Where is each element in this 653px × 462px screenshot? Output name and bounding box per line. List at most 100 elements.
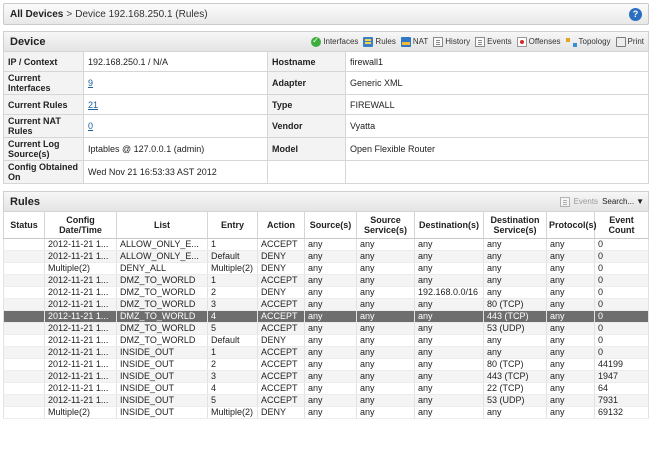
cell-destination-services: 443 (TCP) [483, 310, 547, 323]
cell-source-services: any [356, 250, 415, 263]
cell-destinations: any [414, 358, 484, 371]
topology-button[interactable]: Topology [565, 37, 611, 47]
current-interfaces-link[interactable]: 9 [88, 78, 93, 88]
cell-source-services: any [356, 370, 415, 383]
offenses-label: Offenses [528, 37, 561, 46]
cell-list: DMZ_TO_WORLD [116, 286, 208, 299]
cell-event-count: 0 [594, 346, 649, 359]
cell-entry: 5 [207, 394, 258, 407]
cell-list: DMZ_TO_WORLD [116, 298, 208, 311]
vendor-value: Vyatta [345, 114, 649, 138]
cell-sources: any [304, 382, 357, 395]
cell-entry: 2 [207, 358, 258, 371]
cell-sources: any [304, 334, 357, 347]
offenses-button[interactable]: Offenses [516, 36, 561, 47]
cell-destinations: any [414, 298, 484, 311]
cell-status [3, 238, 45, 251]
column-header-sources[interactable]: Source(s) [304, 211, 357, 239]
table-row[interactable]: 2012-11-21 1... DMZ_TO_WORLD 5 ACCEPT any any… [3, 322, 649, 335]
cell-entry: 4 [207, 382, 258, 395]
current-nat-rules-link[interactable]: 0 [88, 121, 93, 131]
cell-sources: any [304, 298, 357, 311]
config-obtained-label: Config Obtained On [3, 160, 84, 184]
cell-action: DENY [257, 250, 305, 263]
cell-source-services: any [356, 346, 415, 359]
history-button[interactable]: History [433, 36, 470, 47]
cell-event-count: 0 [594, 334, 649, 347]
cell-destinations: any [414, 250, 484, 263]
rules-toolbar: Events Search... ▼ [559, 196, 644, 207]
cell-action: DENY [257, 262, 305, 275]
events-button[interactable]: Events [475, 36, 512, 47]
table-row[interactable]: 2012-11-21 1... INSIDE_OUT 1 ACCEPT any any an… [3, 346, 649, 359]
breadcrumb-all-devices[interactable]: All Devices [10, 9, 63, 20]
rules-events-button[interactable]: Events [574, 197, 598, 206]
column-header-config-date[interactable]: Config Date/Time [44, 211, 117, 239]
column-header-destination-services[interactable]: Destination Service(s) [483, 211, 547, 239]
table-row[interactable]: 2012-11-21 1... DMZ_TO_WORLD 2 DENY any any 19… [3, 286, 649, 299]
table-row[interactable]: 2012-11-21 1... INSIDE_OUT 5 ACCEPT any any an… [3, 394, 649, 407]
search-label: Search... [602, 197, 635, 206]
cell-destination-services: any [483, 286, 547, 299]
vendor-label: Vendor [267, 114, 346, 138]
column-header-status[interactable]: Status [3, 211, 45, 239]
rules-button[interactable]: Rules [363, 36, 396, 47]
cell-protocols: any [546, 310, 595, 323]
column-header-entry[interactable]: Entry [207, 211, 258, 239]
cell-destination-services: any [483, 406, 547, 419]
cell-config-date: 2012-11-21 1... [44, 286, 117, 299]
table-row[interactable]: 2012-11-21 1... INSIDE_OUT 4 ACCEPT any any an… [3, 382, 649, 395]
column-header-source-services[interactable]: Source Service(s) [356, 211, 415, 239]
column-header-list[interactable]: List [116, 211, 208, 239]
current-rules-label: Current Rules [3, 94, 84, 115]
cell-list: DENY_ALL [116, 262, 208, 275]
nat-button[interactable]: NAT [400, 36, 428, 47]
table-row[interactable]: 2012-11-21 1... DMZ_TO_WORLD Default DENY an… [3, 334, 649, 347]
cell-protocols: any [546, 250, 595, 263]
table-row[interactable]: Multiple(2) DENY_ALL Multiple(2) DENY any any… [3, 262, 649, 275]
cell-config-date: 2012-11-21 1... [44, 238, 117, 251]
cell-sources: any [304, 310, 357, 323]
cell-event-count: 7931 [594, 394, 649, 407]
cell-status [3, 286, 45, 299]
interfaces-button[interactable]: Interfaces [311, 36, 359, 47]
cell-sources: any [304, 322, 357, 335]
device-row-interfaces: Current Interfaces 9 Adapter Generic XML [3, 71, 649, 95]
print-button[interactable]: Print [615, 36, 644, 47]
current-rules-link[interactable]: 21 [88, 100, 98, 110]
help-icon[interactable]: ? [629, 7, 642, 21]
cell-list: INSIDE_OUT [116, 382, 208, 395]
device-panel-header: Device Interfaces Rules NAT History Even… [3, 31, 649, 51]
cell-sources: any [304, 262, 357, 275]
table-row[interactable]: 2012-11-21 1... INSIDE_OUT 2 ACCEPT any any an… [3, 358, 649, 371]
cell-destinations: any [414, 394, 484, 407]
cell-entry: Default [207, 250, 258, 263]
cell-destinations: any [414, 370, 484, 383]
rules-label: Rules [375, 37, 396, 46]
cell-action: ACCEPT [257, 370, 305, 383]
column-header-action[interactable]: Action [257, 211, 305, 239]
search-dropdown[interactable]: Search... ▼ [602, 197, 644, 206]
interfaces-label: Interfaces [323, 37, 359, 46]
table-row[interactable]: 2012-11-21 1... DMZ_TO_WORLD 1 ACCEPT any any… [3, 274, 649, 287]
device-row-nat: Current NAT Rules 0 Vendor Vyatta [3, 114, 649, 138]
table-row[interactable]: 2012-11-21 1... ALLOW_ONLY_E... Default DEN… [3, 250, 649, 263]
cell-action: DENY [257, 286, 305, 299]
column-header-protocols[interactable]: Protocol(s) [546, 211, 597, 239]
rules-body: 2012-11-21 1... ALLOW_ONLY_E... 1 ACCEPT any… [3, 238, 649, 419]
table-row[interactable]: 2012-11-21 1... INSIDE_OUT 3 ACCEPT any any an… [3, 370, 649, 383]
cell-status [3, 298, 45, 311]
cell-event-count: 1947 [594, 370, 649, 383]
cell-destination-services: 22 (TCP) [483, 382, 547, 395]
table-row[interactable]: 2012-11-21 1... DMZ_TO_WORLD 3 ACCEPT any any… [3, 298, 649, 311]
table-row[interactable]: 2012-11-21 1... ALLOW_ONLY_E... 1 ACCEPT any… [3, 238, 649, 251]
cell-destinations: any [414, 310, 484, 323]
cell-action: DENY [257, 406, 305, 419]
column-header-destinations[interactable]: Destination(s) [414, 211, 484, 239]
cell-protocols: any [546, 334, 595, 347]
column-header-event-count[interactable]: Event Count [594, 211, 649, 239]
rules-header-row: Status Config Date/Time List Entry Action Sou… [3, 211, 649, 239]
cell-list: INSIDE_OUT [116, 358, 208, 371]
table-row[interactable]: Multiple(2) INSIDE_OUT Multiple(2) DENY any a… [3, 406, 649, 419]
table-row[interactable]: 2012-11-21 1... DMZ_TO_WORLD 4 ACCEPT any any… [3, 310, 649, 323]
